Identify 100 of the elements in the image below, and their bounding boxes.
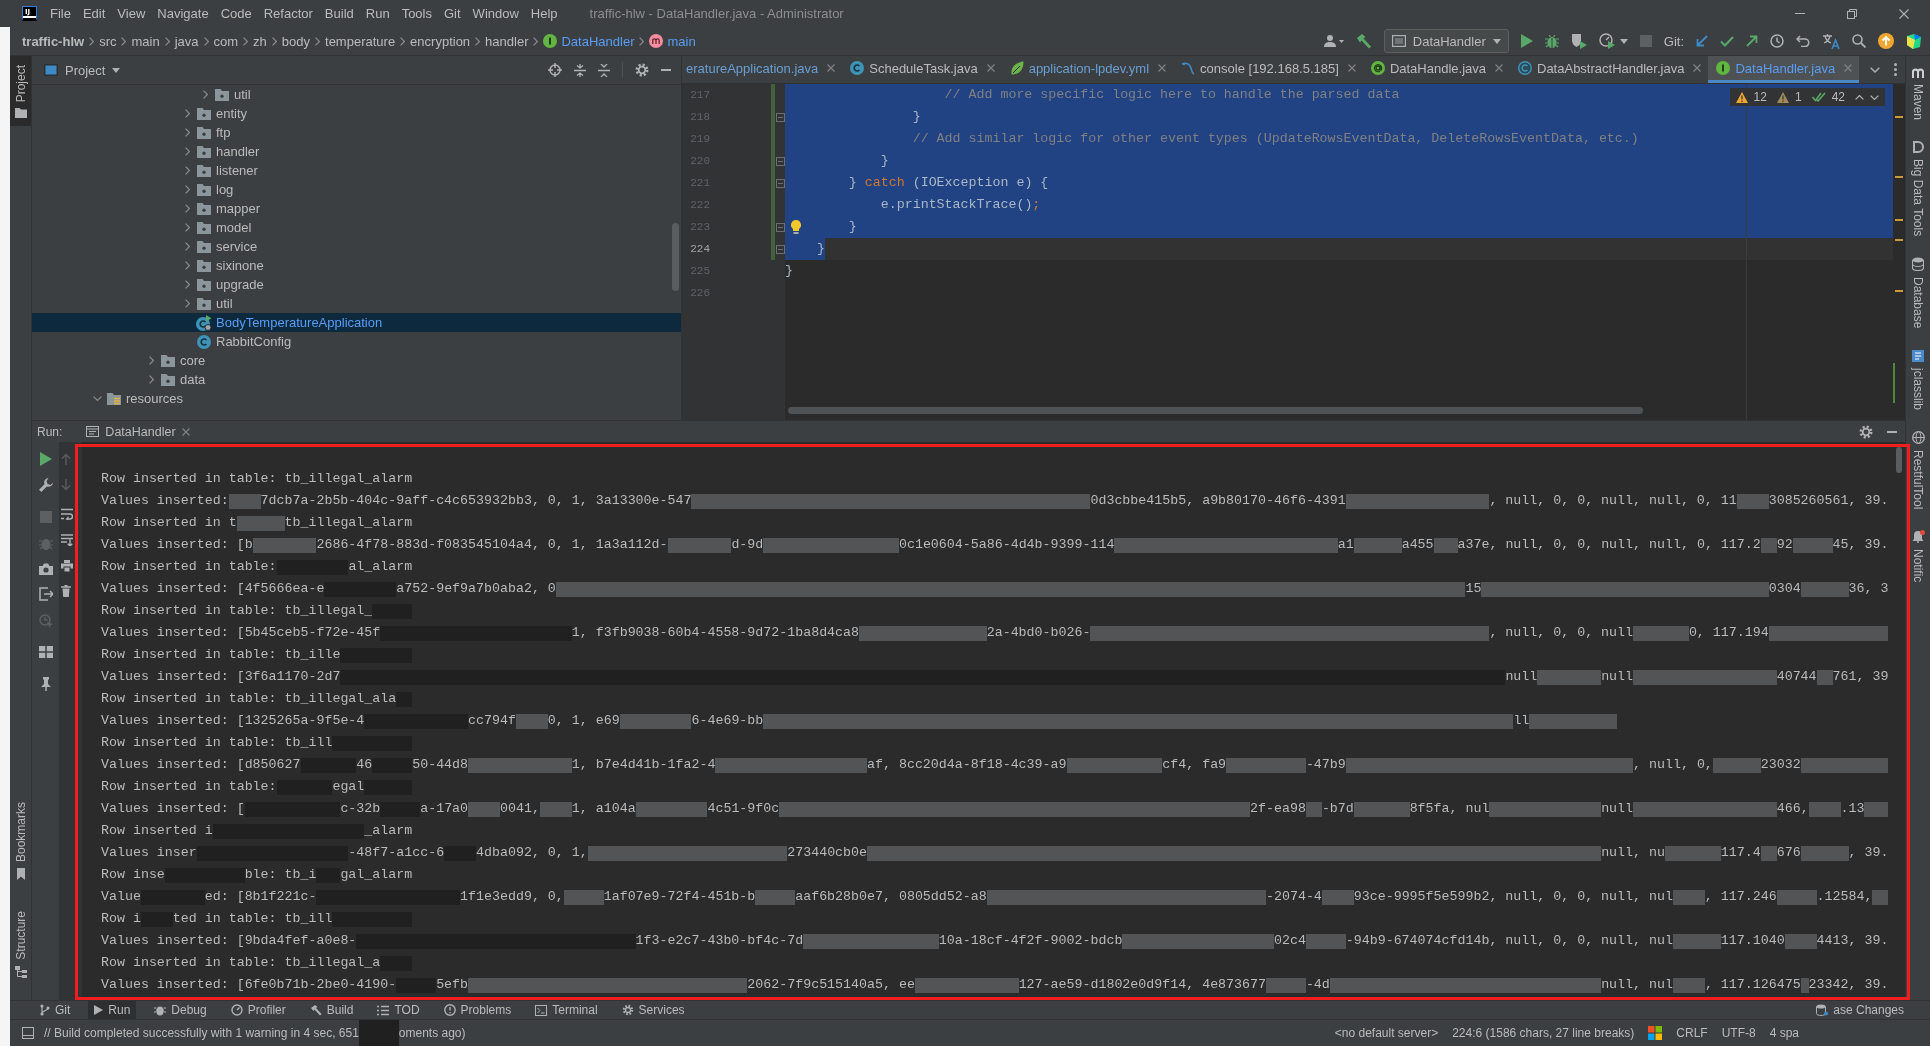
tool-window-tab[interactable]: Maven <box>1911 68 1925 121</box>
fold-marker-icon[interactable] <box>776 112 785 122</box>
tree-item[interactable]: core <box>32 351 681 370</box>
chevron-right-icon[interactable] <box>184 128 190 137</box>
tool-window-button[interactable]: Run <box>88 1001 137 1019</box>
tree-item[interactable]: RabbitConfig <box>32 332 681 351</box>
grid-squares-icon[interactable] <box>1648 1026 1663 1040</box>
breadcrumb-item[interactable]: body <box>281 33 310 49</box>
menu-item[interactable]: Tools <box>395 0 438 27</box>
line-separator[interactable]: CRLF <box>1676 1026 1708 1040</box>
fold-marker-icon[interactable] <box>776 244 785 254</box>
chevron-right-icon[interactable] <box>184 242 190 251</box>
chevron-down-icon[interactable] <box>1870 94 1879 100</box>
expand-all-icon[interactable] <box>574 63 586 77</box>
chevron-right-icon[interactable] <box>184 204 190 213</box>
menu-item[interactable]: Navigate <box>151 0 215 27</box>
close-icon[interactable] <box>181 427 190 436</box>
chevron-down-icon[interactable] <box>92 396 102 401</box>
menu-item[interactable]: Build <box>318 0 360 27</box>
checkmark-icon[interactable] <box>1720 35 1734 47</box>
down-arrow-icon[interactable] <box>61 479 71 491</box>
chevron-right-icon[interactable] <box>184 280 190 289</box>
close-icon[interactable] <box>1347 64 1356 72</box>
breadcrumb-item[interactable]: main <box>131 33 160 49</box>
stop-icon[interactable] <box>39 511 52 523</box>
tool-window-button[interactable]: TOD <box>371 1001 426 1019</box>
close-icon[interactable] <box>1844 64 1853 72</box>
gauge-run-icon[interactable] <box>1598 33 1615 49</box>
run-icon[interactable] <box>39 452 52 466</box>
restore-icon[interactable] <box>1847 8 1857 19</box>
close-icon[interactable] <box>1158 64 1167 72</box>
inspection-widget[interactable]: 12 1 42 <box>1729 88 1885 106</box>
bug-icon[interactable] <box>38 536 53 550</box>
tree-item[interactable]: log <box>32 180 681 199</box>
breadcrumb-item[interactable]: zh <box>253 33 267 49</box>
tree-item[interactable]: ftp <box>32 123 681 142</box>
breadcrumb-item[interactable]: handler <box>485 33 529 49</box>
chevron-up-icon[interactable] <box>1855 94 1864 100</box>
tool-window-button[interactable]: Problems <box>437 1001 518 1019</box>
run-icon[interactable] <box>1520 34 1533 48</box>
editor-tab[interactable]: application-lpdev.yml <box>1001 56 1174 83</box>
settings-icon[interactable] <box>635 63 649 77</box>
menu-item[interactable]: Window <box>466 0 525 27</box>
tool-window-tab[interactable]: Bookmarks <box>10 793 31 889</box>
chevron-right-icon[interactable] <box>184 166 190 175</box>
update-icon[interactable] <box>1878 33 1894 49</box>
close-icon[interactable] <box>827 64 836 72</box>
editor-tab[interactable]: ScheduleTask.java <box>842 56 1002 83</box>
chevron-right-icon[interactable] <box>184 261 190 270</box>
breadcrumb-item[interactable]: encryption <box>410 33 471 49</box>
close-icon[interactable] <box>1693 64 1702 72</box>
editor-tab[interactable]: console [192.168.5.185] <box>1173 56 1363 83</box>
tree-item[interactable]: upgrade <box>32 275 681 294</box>
menu-item[interactable]: Help <box>524 0 564 27</box>
tree-item[interactable]: handler <box>32 142 681 161</box>
arrow-up-right-icon[interactable] <box>1746 35 1758 47</box>
tool-window-tab[interactable]: Project <box>10 56 31 127</box>
indent-setting[interactable]: 4 spa <box>1769 1026 1799 1040</box>
tree-item[interactable]: data <box>32 370 681 389</box>
menu-item[interactable]: Edit <box>76 0 112 27</box>
translate-icon[interactable] <box>1822 33 1840 49</box>
tool-window-button[interactable]: Profiler <box>224 1001 292 1019</box>
chevron-right-icon[interactable] <box>184 147 190 156</box>
vertical-scrollbar[interactable] <box>1896 447 1902 473</box>
pin-icon[interactable] <box>39 677 52 691</box>
breadcrumb-item[interactable]: traffic-hlw <box>22 33 85 49</box>
editor-tab[interactable]: eratureApplication.java <box>682 56 843 83</box>
run-config-dropdown[interactable]: DataHandler <box>1383 29 1509 53</box>
panel-toggle-icon[interactable] <box>22 1027 34 1039</box>
breadcrumb-item[interactable]: java <box>174 33 199 49</box>
trash-icon[interactable] <box>61 585 71 597</box>
wrench-icon[interactable] <box>38 478 53 492</box>
minimize-icon[interactable] <box>1887 430 1897 433</box>
tool-window-tab[interactable]: Structure <box>10 902 31 986</box>
crosshair-icon[interactable] <box>548 63 562 77</box>
caret-position[interactable]: 224:6 (1586 chars, 27 line breaks) <box>1452 1026 1635 1040</box>
tool-window-button[interactable]: ase Changes <box>1810 1001 1910 1019</box>
editor-tab[interactable]: DataHandle.java <box>1362 56 1510 83</box>
view-selector[interactable]: Project <box>44 62 121 78</box>
vertical-scrollbar[interactable] <box>672 223 679 291</box>
stop-icon[interactable] <box>1639 35 1652 47</box>
tree-item[interactable]: service <box>32 237 681 256</box>
layout-icon[interactable] <box>38 646 53 658</box>
chevron-right-icon[interactable] <box>202 90 208 99</box>
wrap-lines-icon[interactable] <box>61 508 73 520</box>
run-tab[interactable]: DataHandler <box>80 421 196 442</box>
undo-arrow-icon[interactable] <box>1796 35 1810 47</box>
menu-item[interactable]: File <box>44 0 77 27</box>
tool-window-button[interactable]: Git <box>34 1001 77 1019</box>
chevron-right-icon[interactable] <box>184 223 190 232</box>
tool-window-tab[interactable]: Big Data Tools <box>1911 141 1925 237</box>
breadcrumb-item[interactable]: src <box>99 33 117 49</box>
printer-icon[interactable] <box>61 560 73 572</box>
tree-item[interactable]: model <box>32 218 681 237</box>
chevron-right-icon[interactable] <box>184 185 190 194</box>
menu-item[interactable]: Git <box>438 0 467 27</box>
tree-item[interactable]: entity <box>32 104 681 123</box>
user-icon[interactable] <box>1323 34 1344 48</box>
lightbulb-icon[interactable] <box>791 220 801 234</box>
horizontal-scrollbar[interactable] <box>788 407 1643 414</box>
